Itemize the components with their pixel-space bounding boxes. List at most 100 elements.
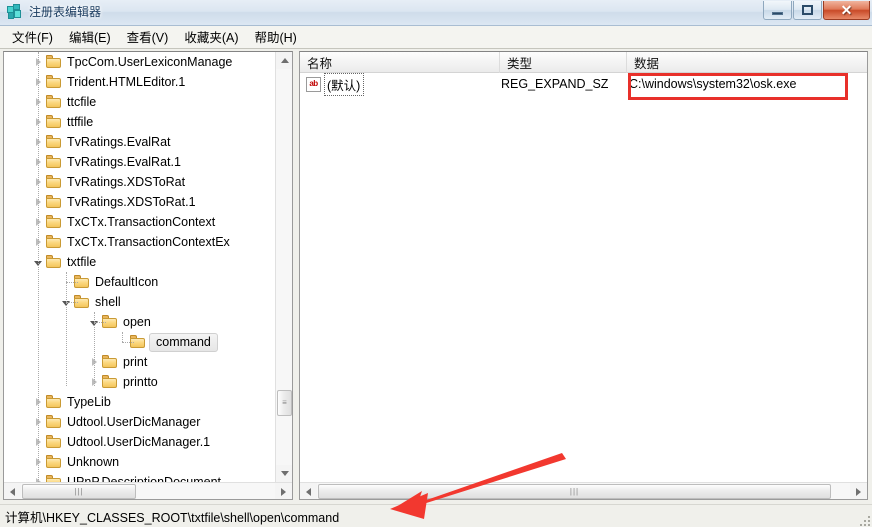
registry-value-rows: ab (默认) REG_EXPAND_SZ C:\windows\system3…: [300, 72, 867, 96]
value-name-cell[interactable]: ab (默认): [300, 72, 500, 96]
tree-vertical-scrollbar[interactable]: ≡: [275, 52, 292, 482]
tree-node-label: TvRatings.EvalRat: [67, 135, 171, 149]
tree-guide-line: [94, 312, 95, 386]
tree-node-tvratings-evalrat[interactable]: TvRatings.EvalRat: [4, 132, 275, 152]
column-header-data[interactable]: 数据: [627, 52, 867, 73]
tree-node-udtool-userdicmanager-1[interactable]: Udtool.UserDicManager.1: [4, 432, 275, 452]
folder-icon: [46, 475, 62, 482]
tree-node-unknown[interactable]: Unknown: [4, 452, 275, 472]
registry-tree-pane[interactable]: TpcCom.UserLexiconManage Trident.HTMLEdit…: [3, 51, 293, 500]
tree-node-label: Udtool.UserDicManager.1: [67, 435, 211, 449]
minimize-button[interactable]: [763, 1, 792, 20]
tree-node-label: open: [123, 315, 151, 329]
menu-bar: 文件(F) 编辑(E) 查看(V) 收藏夹(A) 帮助(H): [0, 26, 872, 49]
tree-node-label: TxCTx.TransactionContextEx: [67, 235, 230, 249]
folder-icon: [46, 115, 62, 129]
folder-icon: [46, 95, 62, 109]
tree-node-print[interactable]: print: [4, 352, 275, 372]
menu-favorites[interactable]: 收藏夹(A): [176, 24, 246, 50]
window-title: 注册表编辑器: [29, 5, 102, 19]
value-type-cell: REG_EXPAND_SZ: [501, 77, 609, 91]
folder-icon: [46, 135, 62, 149]
tree-node-tvratings-xdstorat[interactable]: TvRatings.XDSToRat: [4, 172, 275, 192]
tree-node-ttffile[interactable]: ttffile: [4, 112, 275, 132]
tree-node-ttcfile[interactable]: ttcfile: [4, 92, 275, 112]
chevron-right-icon: [856, 487, 861, 496]
folder-icon: [46, 455, 62, 469]
tree-node-txctx-transactioncontextex[interactable]: TxCTx.TransactionContextEx: [4, 232, 275, 252]
folder-icon: [46, 55, 62, 69]
minimize-icon: [772, 11, 783, 15]
folder-icon: [46, 435, 62, 449]
folder-icon: [46, 415, 62, 429]
tree-node-label: txtfile: [67, 255, 97, 269]
tree-node-typelib[interactable]: TypeLib: [4, 392, 275, 412]
list-hscroll-thumb[interactable]: |||: [318, 484, 831, 499]
tree-node-label: TxCTx.TransactionContext: [67, 215, 216, 229]
tree-guide-line: [122, 342, 134, 343]
folder-icon: [46, 75, 62, 89]
tree-node-label: TypeLib: [67, 395, 111, 409]
list-horizontal-scrollbar[interactable]: |||: [300, 482, 867, 499]
tree-node-label: ttffile: [67, 115, 94, 129]
registry-editor-icon: [6, 3, 23, 20]
tree-scroll-right-button[interactable]: [275, 483, 292, 499]
maximize-button[interactable]: [793, 1, 822, 20]
close-button[interactable]: ✕: [823, 1, 870, 20]
tree-guide-line: [66, 272, 67, 386]
regedit-window: 注册表编辑器 ✕ 文件(F) 编辑(E) 查看(V) 收藏夹(A) 帮助(H) …: [0, 0, 872, 527]
tree-node-defaulticon[interactable]: DefaultIcon: [4, 272, 275, 292]
chevron-right-icon: [281, 487, 286, 496]
chevron-left-icon: [10, 487, 15, 496]
tree-node-label: TpcCom.UserLexiconManage: [67, 55, 233, 69]
tree-scroll-down-button[interactable]: [276, 465, 292, 482]
grip-icon: ≡: [282, 398, 287, 407]
tree-scroll-up-button[interactable]: [276, 52, 292, 69]
tree-scroll-left-button[interactable]: [4, 483, 21, 499]
status-path-text: 计算机\HKEY_CLASSES_ROOT\txtfile\shell\open…: [5, 510, 340, 525]
tree-node-label: Trident.HTMLEditor.1: [67, 75, 186, 89]
string-value-icon: ab: [306, 76, 321, 92]
tree-node-txctx-transactioncontext[interactable]: TxCTx.TransactionContext: [4, 212, 275, 232]
tree-guide-line: [122, 332, 123, 342]
folder-icon: [102, 375, 118, 389]
tree-node-shell[interactable]: shell: [4, 292, 275, 312]
tree-node-label: Udtool.UserDicManager: [67, 415, 201, 429]
tree-node-upnp-descriptiondocument[interactable]: UPnP.DescriptionDocument: [4, 472, 275, 482]
tree-node-txtfile[interactable]: txtfile: [4, 252, 275, 272]
tree-hscroll-thumb[interactable]: |||: [22, 484, 136, 499]
folder-icon: [46, 175, 62, 189]
tree-node-label: print: [123, 355, 148, 369]
menu-file[interactable]: 文件(F): [4, 24, 61, 50]
tree-node-udtool-userdicmanager[interactable]: Udtool.UserDicManager: [4, 412, 275, 432]
close-icon: ✕: [840, 2, 853, 18]
list-scroll-right-button[interactable]: [850, 483, 867, 499]
chevron-down-icon: [280, 471, 289, 476]
registry-values-pane[interactable]: 名称 类型 数据 ab (默认) REG_EXPAND_SZ C:\window…: [299, 51, 868, 500]
resize-grip[interactable]: [856, 512, 870, 526]
tree-horizontal-scrollbar[interactable]: |||: [4, 482, 292, 499]
column-header-name[interactable]: 名称: [300, 52, 500, 73]
tree-node-tpccom-userlexiconmanage[interactable]: TpcCom.UserLexiconManage: [4, 52, 275, 72]
status-bar: 计算机\HKEY_CLASSES_ROOT\txtfile\shell\open…: [0, 504, 872, 527]
menu-help[interactable]: 帮助(H): [246, 24, 304, 50]
folder-icon: [46, 195, 62, 209]
menu-edit[interactable]: 编辑(E): [61, 24, 119, 50]
tree-node-printto[interactable]: printto: [4, 372, 275, 392]
tree-node-command[interactable]: command: [4, 332, 275, 352]
tree-node-trident-htmleditor-1[interactable]: Trident.HTMLEditor.1: [4, 72, 275, 92]
maximize-icon: [802, 5, 813, 15]
table-row[interactable]: ab (默认) REG_EXPAND_SZ C:\windows\system3…: [300, 72, 867, 96]
tree-scroll-thumb[interactable]: ≡: [277, 390, 292, 416]
list-scroll-left-button[interactable]: [300, 483, 317, 499]
column-header-type[interactable]: 类型: [500, 52, 627, 73]
tree-node-open[interactable]: open: [4, 312, 275, 332]
tree-node-tvratings-evalrat-1[interactable]: TvRatings.EvalRat.1: [4, 152, 275, 172]
value-data-cell: C:\windows\system32\osk.exe: [629, 77, 797, 91]
tree-guide-line: [38, 52, 39, 482]
tree-node-label: TvRatings.EvalRat.1: [67, 155, 181, 169]
menu-view[interactable]: 查看(V): [119, 24, 177, 50]
tree-node-tvratings-xdstorat-1[interactable]: TvRatings.XDSToRat.1: [4, 192, 275, 212]
tree-guide-line: [94, 322, 106, 323]
folder-icon: [46, 155, 62, 169]
